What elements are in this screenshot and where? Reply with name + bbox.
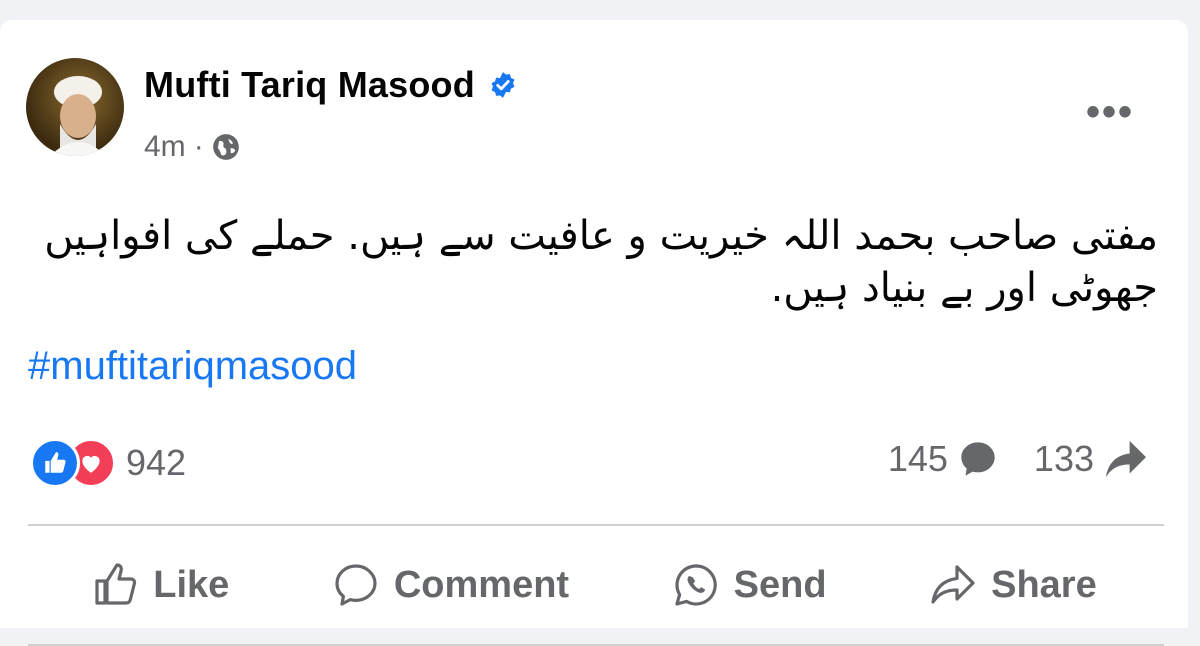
verified-badge-icon [491,72,515,98]
send-label: Send [733,563,827,606]
author-name[interactable]: Mufti Tariq Masood [144,64,475,106]
post-timestamp[interactable]: 4m [144,130,186,164]
post-card: Mufti Tariq Masood 4m · ••• مفتی صاحب بح… [0,20,1188,646]
comments-count: 145 [887,438,948,479]
engagement-stats: 145 133 [888,438,1148,480]
comments-stat[interactable]: 145 [888,438,998,480]
post-meta: 4m · [144,130,240,164]
reactions-count: 942 [126,442,187,483]
like-icon [95,563,137,605]
whatsapp-icon [675,564,717,606]
hashtag-link[interactable]: #muftitariqmasood [28,344,357,389]
share-arrow-icon [1106,440,1146,478]
share-button[interactable]: Share [929,561,1097,609]
more-options-icon[interactable]: ••• [1086,92,1134,132]
comment-button[interactable]: Comment [332,561,569,609]
like-label: Like [153,563,230,606]
avatar[interactable] [26,58,124,156]
divider [28,524,1164,526]
post-body: مفتی صاحب بحمد اللہ خیریت و عافیت سے ہیں… [44,213,1158,311]
reactions-summary[interactable]: 942 [30,438,186,488]
comment-label: Comment [393,563,570,606]
shares-stat[interactable]: 133 [1034,438,1148,480]
comment-icon [335,564,377,606]
share-label: Share [991,563,1097,606]
comment-bubble-icon [961,442,995,476]
like-reaction-icon [30,438,80,488]
action-bar: Like Comment Send Share [0,550,1188,620]
share-icon [931,565,975,604]
meta-separator: · [193,130,204,163]
shares-count: 133 [1033,438,1094,479]
send-button[interactable]: Send [672,561,827,609]
author-row: Mufti Tariq Masood [144,64,517,106]
globe-icon [212,134,239,160]
like-button[interactable]: Like [91,561,229,609]
